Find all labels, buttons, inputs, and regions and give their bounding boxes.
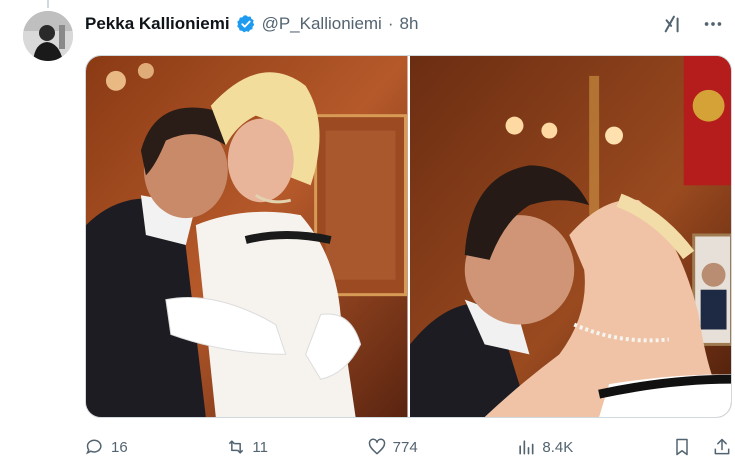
retweet-icon bbox=[229, 440, 244, 454]
views-button[interactable]: 8.4K bbox=[516, 437, 573, 457]
avatar-image bbox=[23, 11, 73, 61]
views-icon bbox=[519, 440, 534, 455]
bookmark-button[interactable] bbox=[672, 437, 692, 457]
author-name[interactable]: Pekka Kallioniemi bbox=[85, 14, 230, 34]
grok-icon[interactable] bbox=[661, 12, 685, 36]
verified-badge-icon bbox=[236, 14, 256, 34]
avatar[interactable] bbox=[23, 11, 73, 61]
like-count: 774 bbox=[392, 438, 418, 456]
separator-dot: · bbox=[387, 14, 394, 33]
retweet-count: 11 bbox=[252, 438, 268, 456]
tweet-media bbox=[85, 55, 732, 418]
bookmark-icon bbox=[676, 438, 688, 456]
share-icon bbox=[714, 438, 730, 455]
more-icon[interactable] bbox=[701, 12, 725, 36]
tweet-header: Pekka Kallioniemi @P_Kallioniemi · 8h bbox=[85, 12, 418, 36]
like-icon bbox=[368, 438, 385, 455]
right-actions bbox=[672, 437, 732, 457]
tweet-actions: 16 11 774 8.4K bbox=[85, 432, 732, 462]
reply-icon bbox=[86, 439, 102, 455]
top-actions bbox=[661, 12, 725, 36]
share-button[interactable] bbox=[712, 437, 732, 457]
views-count: 8.4K bbox=[542, 438, 574, 456]
author-handle[interactable]: @P_Kallioniemi bbox=[262, 14, 382, 34]
retweet-button[interactable]: 11 bbox=[226, 437, 268, 457]
reply-button[interactable]: 16 bbox=[85, 437, 128, 457]
thread-line bbox=[47, 0, 49, 8]
reply-count: 16 bbox=[111, 438, 128, 456]
like-button[interactable]: 774 bbox=[367, 437, 418, 457]
photo-right[interactable] bbox=[409, 56, 731, 417]
tweet-time[interactable]: 8h bbox=[400, 14, 419, 34]
photo-left[interactable] bbox=[86, 56, 408, 417]
